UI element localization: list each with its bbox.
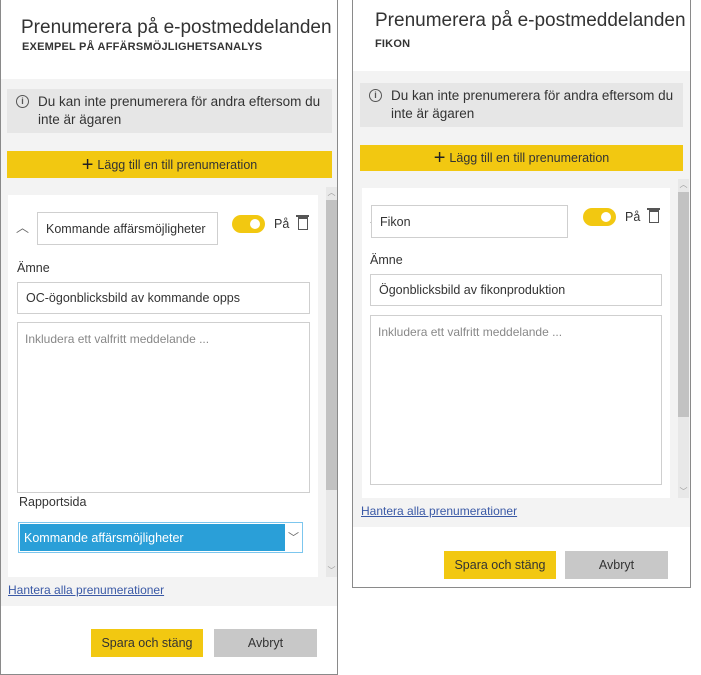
subject-input[interactable]: OC-ögonblicksbild av kommande opps xyxy=(17,282,310,314)
info-icon: i xyxy=(369,89,382,102)
message-textarea[interactable]: Inkludera ett valfritt meddelande ... xyxy=(370,315,662,485)
add-subscription-button[interactable]: + Lägg till en till prenumeration xyxy=(360,145,683,171)
plus-icon: + xyxy=(81,153,94,176)
toggle-label: På xyxy=(625,210,641,224)
subject-label: Ämne xyxy=(17,261,50,275)
cancel-button[interactable]: Avbryt xyxy=(214,629,317,657)
subscription-name-input[interactable]: Kommande affärsmöjligheter xyxy=(37,212,218,245)
subscription-toggle[interactable] xyxy=(232,215,265,233)
save-and-close-button[interactable]: Spara och stäng xyxy=(91,629,203,657)
report-page-select[interactable]: Kommande affärsmöjligheter ﹀ xyxy=(18,522,303,553)
scroll-down-icon[interactable]: ﹀ xyxy=(678,486,689,498)
add-subscription-label: Lägg till en till prenumeration xyxy=(97,157,258,172)
left-subscribe-panel: Prenumerera på e-postmeddelanden EXEMPEL… xyxy=(0,0,338,675)
delete-trash-icon[interactable] xyxy=(647,208,660,223)
info-banner: i Du kan inte prenumerera för andra efte… xyxy=(7,89,332,133)
delete-trash-icon[interactable] xyxy=(296,215,309,230)
info-icon: i xyxy=(16,95,29,108)
cancel-button[interactable]: Avbryt xyxy=(565,551,668,579)
save-and-close-button[interactable]: Spara och stäng xyxy=(444,551,556,579)
subscription-name-input[interactable]: Fikon xyxy=(371,205,568,238)
add-subscription-button[interactable]: + Lägg till en till prenumeration xyxy=(7,151,332,178)
info-banner: i Du kan inte prenumerera för andra efte… xyxy=(360,83,683,127)
panel-subtitle: FIKON xyxy=(375,38,411,50)
scrollbar[interactable]: ︿ ﹀ xyxy=(326,187,337,577)
subject-input[interactable]: Ögonblicksbild av fikonproduktion xyxy=(370,274,662,306)
panel-title: Prenumerera på e-postmeddelanden xyxy=(375,10,686,31)
report-page-selected-value: Kommande affärsmöjligheter xyxy=(20,524,285,551)
scroll-up-icon[interactable]: ︿ xyxy=(678,179,689,191)
scroll-up-icon[interactable]: ︿ xyxy=(326,187,337,199)
add-subscription-label: Lägg till en till prenumeration xyxy=(449,151,610,165)
scroll-thumb[interactable] xyxy=(678,192,689,417)
report-page-label: Rapportsida xyxy=(19,495,87,509)
scrollbar[interactable]: ︿ ﹀ xyxy=(678,179,689,498)
subscription-toggle[interactable] xyxy=(583,208,616,226)
panel-subtitle: EXEMPEL PÅ AFFÄRSMÖJLIGHETSANALYS xyxy=(22,41,263,53)
manage-subscriptions-link[interactable]: Hantera alla prenumerationer xyxy=(361,504,517,518)
info-text: Du kan inte prenumerera för andra efters… xyxy=(391,88,674,121)
scroll-down-icon[interactable]: ﹀ xyxy=(326,565,337,577)
manage-subscriptions-link[interactable]: Hantera alla prenumerationer xyxy=(8,583,164,597)
right-subscribe-panel: Prenumerera på e-postmeddelanden FIKON i… xyxy=(352,0,691,588)
collapse-chevron-icon[interactable]: ︿ xyxy=(16,217,29,236)
scroll-thumb[interactable] xyxy=(326,200,337,490)
panel-title: Prenumerera på e-postmeddelanden xyxy=(21,17,332,38)
chevron-down-icon[interactable]: ﹀ xyxy=(288,529,299,545)
plus-icon: + xyxy=(433,147,446,169)
info-text: Du kan inte prenumerera för andra efters… xyxy=(38,94,321,127)
subject-label: Ämne xyxy=(370,253,403,267)
toggle-label: På xyxy=(274,217,290,231)
message-textarea[interactable]: Inkludera ett valfritt meddelande ... xyxy=(17,322,310,493)
